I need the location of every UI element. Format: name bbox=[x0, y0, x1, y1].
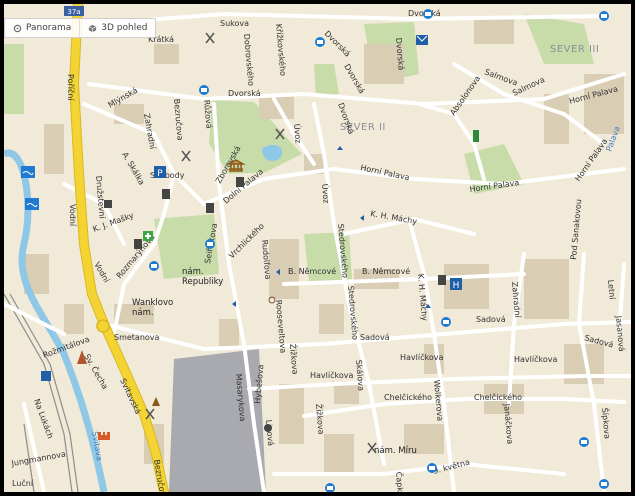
first-aid-icon[interactable] bbox=[143, 231, 153, 241]
bus-stop-icon[interactable] bbox=[315, 37, 325, 47]
street-havlickova: Havlíčkova bbox=[400, 352, 443, 362]
traffic-light-icon[interactable] bbox=[473, 130, 479, 142]
street-havlickova-2: Havlíčkova bbox=[514, 354, 557, 364]
post-office-icon[interactable] bbox=[416, 35, 428, 45]
industrial-area bbox=[169, 349, 266, 492]
shop-icon[interactable] bbox=[134, 239, 142, 249]
map-canvas[interactable]: 37a SEVER II SEVER III Svitava Palava ná… bbox=[4, 4, 631, 492]
bus-stop-icon[interactable] bbox=[423, 9, 433, 19]
bus-stop-icon[interactable] bbox=[149, 261, 159, 271]
panorama-button[interactable]: Panorama bbox=[5, 19, 79, 37]
cube-icon bbox=[88, 24, 97, 32]
shop-icon[interactable] bbox=[206, 203, 214, 213]
street-dvorska: Dvorská bbox=[228, 89, 261, 98]
road-shield: 37a bbox=[64, 6, 84, 16]
bus-stop-icon[interactable] bbox=[599, 479, 609, 489]
street-sukova: Sukova bbox=[220, 19, 249, 28]
panorama-icon bbox=[13, 24, 22, 32]
svg-text:H: H bbox=[453, 281, 460, 291]
bus-stop-icon[interactable] bbox=[427, 463, 437, 473]
street-sadova-2: Sadová bbox=[360, 333, 390, 342]
bus-stop-icon[interactable] bbox=[579, 437, 589, 447]
street-chelcickeho-2: Chelčického bbox=[474, 392, 522, 402]
roundabout bbox=[96, 319, 110, 333]
map-frame: 37a SEVER II SEVER III Svitava Palava ná… bbox=[0, 0, 635, 496]
panorama-label: Panorama bbox=[26, 23, 72, 33]
view-toolbar: Panorama 3D pohled bbox=[4, 18, 157, 38]
street-nemcove-2: B. Němcové bbox=[362, 266, 410, 276]
district-label-sever-iii: SEVER III bbox=[550, 44, 599, 55]
street-sadova: Sadová bbox=[476, 315, 506, 324]
street-havlickova-3: Havlíčkova bbox=[310, 370, 353, 380]
svg-text:P: P bbox=[157, 169, 163, 179]
street-letni: Letní bbox=[606, 279, 617, 300]
shop-icon[interactable] bbox=[162, 189, 170, 199]
street-nemcove: B. Němcové bbox=[288, 266, 336, 276]
castle-icon[interactable] bbox=[98, 432, 110, 440]
street-lucni: Luční bbox=[12, 478, 34, 488]
hospital-icon[interactable]: H bbox=[450, 278, 462, 291]
shop-icon[interactable] bbox=[236, 177, 244, 187]
shop-icon[interactable] bbox=[438, 275, 446, 285]
3d-view-button[interactable]: 3D pohled bbox=[79, 19, 155, 37]
parking-icon[interactable]: P bbox=[154, 166, 166, 179]
bus-stop-icon[interactable] bbox=[441, 317, 451, 327]
waterworks-icon[interactable] bbox=[25, 198, 39, 210]
bus-stop-icon[interactable] bbox=[205, 239, 215, 249]
waterworks-icon[interactable] bbox=[21, 166, 35, 178]
train-station-icon[interactable] bbox=[41, 371, 51, 381]
street-vodni-2: Vodní bbox=[68, 204, 77, 227]
street-chelcickeho: Chelčického bbox=[384, 392, 432, 402]
bus-stop-icon[interactable] bbox=[599, 11, 609, 21]
svg-text:37a: 37a bbox=[67, 8, 80, 16]
bus-stop-icon[interactable] bbox=[199, 85, 209, 95]
square-label-miru: nám. Míru bbox=[374, 446, 417, 456]
street-poricni: Poříční bbox=[66, 74, 76, 101]
pool-icon[interactable] bbox=[104, 200, 112, 208]
street-smetanova: Smetanova bbox=[114, 333, 160, 342]
3d-view-label: 3D pohled bbox=[101, 23, 148, 33]
theatre-icon[interactable] bbox=[264, 424, 272, 432]
